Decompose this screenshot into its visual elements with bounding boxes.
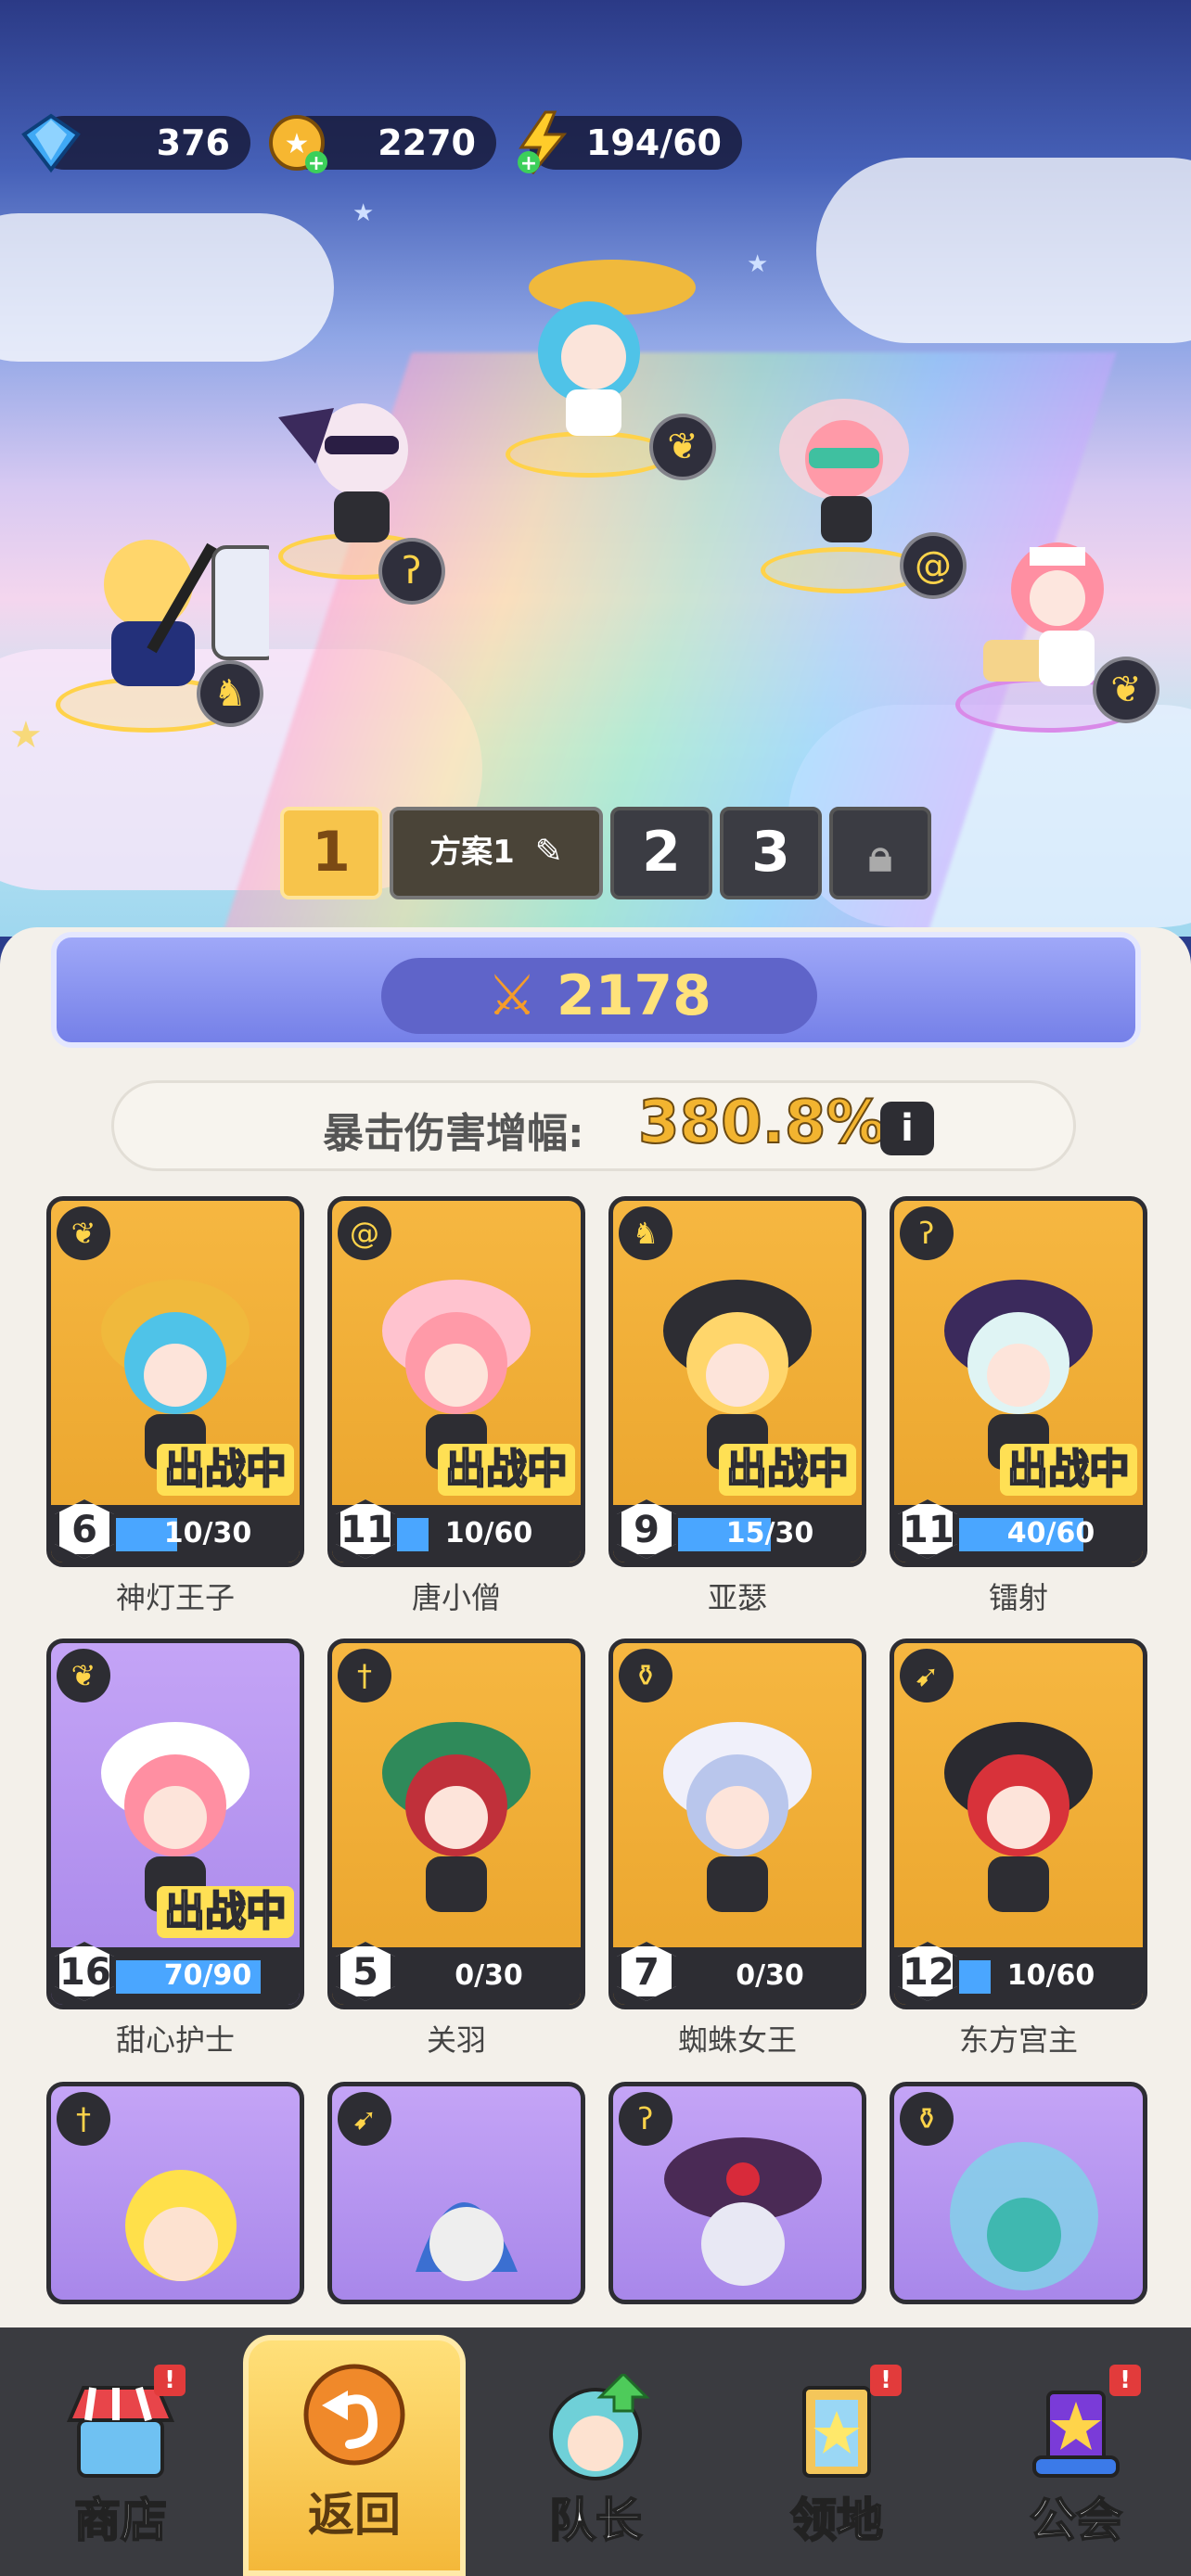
coins-value: 2270 <box>378 122 476 163</box>
spiral-icon: @ <box>338 1206 391 1260</box>
wings-icon: ❦ <box>1093 657 1159 723</box>
power-value: 2178 <box>556 963 711 1028</box>
plan-name-label: 方案1 <box>429 834 515 871</box>
hero-card[interactable]: ➹ 10/60 12 <box>890 1639 1147 2009</box>
nav-shop[interactable]: ! 商店 <box>9 2355 232 2576</box>
cloud <box>816 158 1191 343</box>
hero-card[interactable]: ♞ 出战中 15/30 9 <box>608 1196 866 1567</box>
crit-value: 380.8% <box>637 1088 887 1158</box>
hero-card-partial[interactable]: ʔ <box>608 2082 866 2304</box>
lock-icon: 🔒︎ <box>868 830 892 882</box>
hero-card[interactable]: ʔ 出战中 40/60 11 <box>890 1196 1147 1567</box>
back-arrow-icon <box>303 2364 405 2466</box>
svg-text:+: + <box>308 152 325 175</box>
hook-icon: ʔ <box>900 1206 954 1260</box>
gem-icon <box>21 113 81 173</box>
plan-name-edit[interactable]: 方案1 ✎ <box>390 807 603 899</box>
hero-name: 镭射 <box>988 1580 1048 1615</box>
edit-note-icon: ✎ <box>534 833 563 871</box>
hero-card-partial[interactable]: ➹ <box>327 2082 585 2304</box>
nav-guild-label: 公会 <box>1029 2493 1123 2548</box>
deployed-badge: 出战中 <box>719 1444 856 1496</box>
potion-icon: ⚱ <box>619 1649 672 1702</box>
power-pill: ⚔ 2178 <box>381 958 817 1034</box>
crit-bonus-bar: 暴击伤害增幅: 380.8% i <box>111 1080 1076 1171</box>
hook-icon: ʔ <box>378 538 445 605</box>
cloud <box>0 213 334 362</box>
wings-icon: ❦ <box>57 1649 110 1702</box>
gems-value: 376 <box>156 122 230 163</box>
exp-progress: 10/60 <box>444 1517 533 1549</box>
hero-portrait <box>944 1722 1093 1912</box>
info-icon[interactable]: i <box>880 1102 934 1155</box>
bow-icon: ➹ <box>900 1649 954 1702</box>
nav-territory-label: 领地 <box>789 2493 884 2548</box>
hero-name: 亚瑟 <box>707 1580 767 1615</box>
wings-icon: ❦ <box>649 414 716 480</box>
notification-badge: ! <box>1109 2365 1141 2396</box>
hero-portrait <box>382 1722 531 1912</box>
nav-captain[interactable]: 队长 <box>484 2355 707 2576</box>
gems-counter[interactable]: 376 <box>21 113 250 173</box>
hero-name: 关羽 <box>426 2022 486 2058</box>
captain-avatar-icon <box>549 2374 650 2480</box>
team-plan-tabs: 1 方案1 ✎ 2 3 🔒︎ <box>280 807 931 899</box>
nav-territory[interactable]: ! 领地 <box>725 2355 948 2576</box>
lightning-plus-icon: + <box>518 110 568 175</box>
bottom-nav: ! 商店 返回 队长 ! 领地 ! 公会 <box>0 2327 1191 2576</box>
exp-progress: 40/60 <box>1006 1517 1095 1549</box>
nav-back[interactable]: 返回 <box>243 2335 466 2576</box>
tab-plan-1[interactable]: 1 <box>280 807 382 899</box>
horned-helmet-icon: ♞ <box>197 660 263 727</box>
wings-icon: ❦ <box>57 1206 110 1260</box>
exp-progress: 0/30 <box>736 1959 804 1992</box>
hero-portrait <box>663 1722 812 1912</box>
svg-text:★: ★ <box>285 128 310 160</box>
deployed-badge: 出战中 <box>157 1886 294 1938</box>
crit-label: 暴击伤害增幅: <box>323 1110 584 1157</box>
star-icon: ★ <box>352 199 375 227</box>
exp-progress: 10/60 <box>1006 1959 1095 1992</box>
team-power-banner: ⚔ 2178 <box>51 932 1141 1048</box>
coins-counter[interactable]: ★ + 2270 <box>269 115 496 175</box>
horned-helmet-icon: ♞ <box>619 1206 672 1260</box>
hero-card[interactable]: ❦ 出战中 10/30 6 <box>46 1196 304 1567</box>
hero-card[interactable]: † 0/30 5 <box>327 1639 585 2009</box>
tab-plan-2[interactable]: 2 <box>610 807 712 899</box>
coin-plus-icon: ★+ <box>269 115 327 175</box>
tab-locked[interactable]: 🔒︎ <box>829 807 931 899</box>
hero-name: 东方宫主 <box>958 2022 1078 2058</box>
hero-name: 神灯王子 <box>115 1580 235 1615</box>
energy-value: 194/60 <box>585 122 722 163</box>
hero-card[interactable]: ❦ 出战中 70/90 16 <box>46 1639 304 2009</box>
hero-name: 唐小僧 <box>411 1580 501 1615</box>
hero-name: 蜘蛛女王 <box>677 2022 797 2058</box>
star-icon: ★ <box>747 250 769 278</box>
deployed-badge: 出战中 <box>1000 1444 1137 1496</box>
exp-progress: 70/90 <box>163 1959 252 1992</box>
nav-guild[interactable]: ! 公会 <box>965 2355 1187 2576</box>
sword-icon: † <box>57 2092 110 2146</box>
hero-card[interactable]: ⚱ 0/30 7 <box>608 1639 866 2009</box>
exp-progress: 15/30 <box>725 1517 814 1549</box>
deployed-badge: 出战中 <box>438 1444 575 1496</box>
nav-back-label: 返回 <box>308 2488 401 2542</box>
hero-card-partial[interactable]: † <box>46 2082 304 2304</box>
tab-plan-3[interactable]: 3 <box>720 807 822 899</box>
sword-icon: ⚔ <box>487 963 537 1028</box>
notification-badge: ! <box>154 2365 186 2396</box>
hero-card-partial[interactable]: ⚱ <box>890 2082 1147 2304</box>
hero-card[interactable]: @ 出战中 10/60 11 <box>327 1196 585 1567</box>
hero-name: 甜心护士 <box>115 2022 235 2058</box>
exp-progress: 0/30 <box>455 1959 523 1992</box>
exp-progress: 10/30 <box>163 1517 252 1549</box>
energy-counter[interactable]: + 194/60 <box>518 110 742 175</box>
deployed-badge: 出战中 <box>157 1444 294 1496</box>
sword-icon: † <box>338 1649 391 1702</box>
nav-captain-label: 队长 <box>548 2493 643 2548</box>
svg-text:+: + <box>520 152 537 175</box>
team-formation-scene: ★ ★ ★ ♞ ʔ ❦ @ ❦ 376 ★ + 2270 + 194/60 <box>0 0 1191 937</box>
nav-shop-label: 商店 <box>73 2493 168 2548</box>
notification-badge: ! <box>870 2365 902 2396</box>
